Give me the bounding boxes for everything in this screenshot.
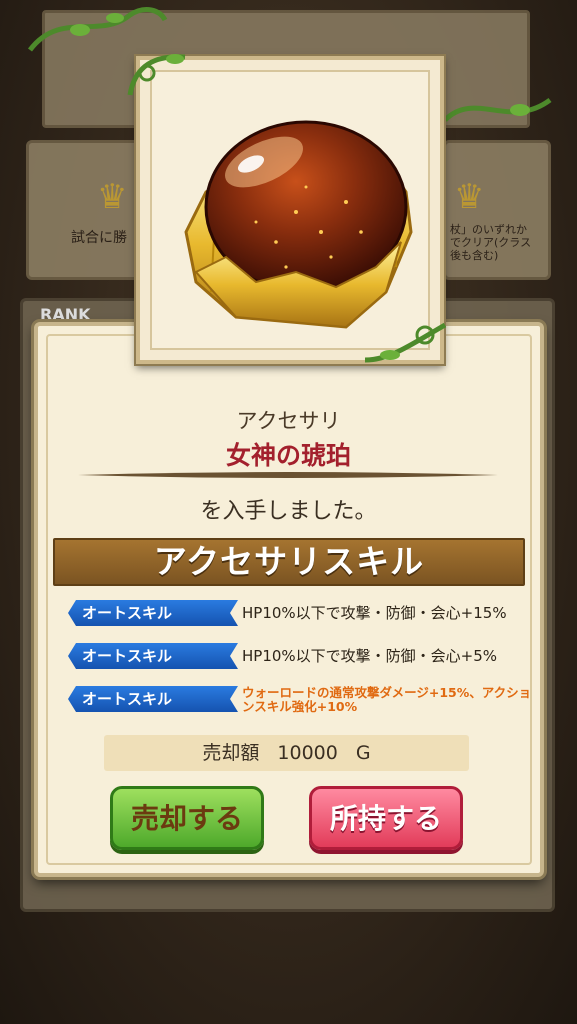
skill-description: HP10%以下で攻撃・防御・会心+15% (242, 604, 507, 622)
divider (78, 472, 498, 478)
item-name: 女神の琥珀 (225, 441, 351, 470)
vine-decoration-icon (127, 54, 186, 96)
item-category: アクセサリ (236, 409, 341, 433)
skill-row: オートスキル ウォーロードの通常攻撃ダメージ+15%、アクションスキル強化+10… (68, 686, 538, 714)
sell-button[interactable]: 売却する (110, 786, 264, 850)
acquired-message: を入手しました。 (200, 499, 377, 524)
crown-icon: ♛ (454, 177, 485, 217)
sell-price-value: 10000 (277, 742, 338, 764)
background-right-card-text: 杖」のいずれか でクリア(クラス 後も含む) (450, 223, 532, 262)
background-left-card: ♛ 試合に勝 (26, 140, 144, 280)
skill-tag: オートスキル (68, 643, 238, 669)
keep-button[interactable]: 所持する (309, 786, 463, 850)
sell-price-label: 売却額 (202, 742, 260, 764)
skill-tag: オートスキル (68, 600, 238, 626)
skill-row: オートスキル HP10%以下で攻撃・防御・会心+15% (68, 600, 538, 628)
sell-price-unit: G (355, 742, 371, 764)
item-image-frame-inner (150, 70, 430, 350)
skill-description: ウォーロードの通常攻撃ダメージ+15%、アクションスキル強化+10% (242, 685, 532, 714)
accessory-skill-banner: アクセサリスキル (53, 538, 525, 586)
skill-tag: オートスキル (68, 686, 238, 712)
amber-gem-icon (184, 120, 413, 329)
crown-icon: ♛ (97, 177, 128, 217)
sell-price-bar: 売却額 10000 G (104, 735, 469, 771)
vine-decoration-icon (364, 322, 447, 363)
background-right-card: ♛ 杖」のいずれか でクリア(クラス 後も含む) (443, 140, 551, 280)
skill-description: HP10%以下で攻撃・防御・会心+5% (242, 647, 498, 665)
background-left-card-text: 試合に勝 (71, 230, 127, 246)
vine-decoration-icon (443, 97, 552, 122)
skill-row: オートスキル HP10%以下で攻撃・防御・会心+5% (68, 643, 538, 671)
